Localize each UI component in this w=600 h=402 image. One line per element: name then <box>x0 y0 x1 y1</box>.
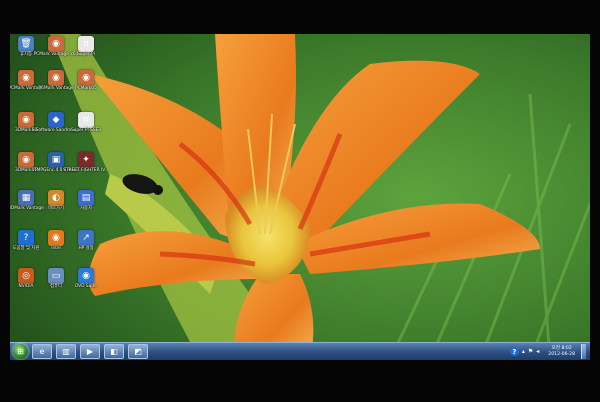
icon-row5-2-icon: ◐ <box>48 190 64 206</box>
3dmark06-icon: ◉ <box>18 152 34 168</box>
desktop-icon-label: 사용자 <box>80 206 92 211</box>
clock[interactable]: 오전 8:02 2012-06-28 <box>548 346 575 356</box>
desktop-icon-super-pi-1[interactable]: π Super PI <box>72 36 100 58</box>
desktop-icon-label: DVD Suite <box>75 284 97 289</box>
desktop-icon-help-support[interactable]: ? 도움말 및 지원 <box>12 230 40 252</box>
desktop-icon-label: HP 설정 <box>78 246 94 251</box>
app-5-button[interactable]: ◩ <box>128 344 148 359</box>
pcmark-vantage-x64-icon: ◉ <box>48 36 64 52</box>
system-tray: ? ▴ ⚑ ◂ 오전 8:02 2012-06-28 <box>509 344 586 359</box>
desktop-icon-hp-icon[interactable]: ↗ HP 설정 <box>72 230 100 252</box>
sisoftware-sandra-icon: ◆ <box>48 112 64 128</box>
icon-row6-2-icon: ◉ <box>48 230 64 246</box>
desktop-icon-label: Intel <box>51 246 61 251</box>
recycle-bin-icon: 🗑 <box>18 36 34 52</box>
desktop-icon-icon-row5-2[interactable]: ◐ 바로가기 <box>42 190 70 212</box>
desktop-icons: 🗑 휴지통 ◉ PCMark Vantage x64 π Super PI ◉ PCMark … <box>10 34 130 340</box>
desktop-icon-label: 컴퓨터 <box>50 284 62 289</box>
pcmark05-icon: ◉ <box>78 70 94 86</box>
desktop-icon-label: Super PI SSE3 <box>70 128 102 133</box>
pcmark-vantage-icon: ◉ <box>18 70 34 86</box>
desktop-icon-label: PCMark Vantage <box>38 86 74 91</box>
pcmark-vantage-2-icon: ◉ <box>48 70 64 86</box>
desktop-icon-label: Super PI <box>77 52 95 57</box>
desktop-icon-label: 도움말 및 지원 <box>12 246 40 251</box>
desktop-icon-pcmark-vantage-x64[interactable]: ◉ PCMark Vantage x64 <box>34 36 78 58</box>
volume-icon[interactable]: ◂ <box>536 348 539 355</box>
super-pi-sse3-icon: π <box>78 112 94 128</box>
desktop-icon-label: STREET FIGHTER IV... <box>63 168 109 173</box>
street-fighter-icon: ✦ <box>78 152 94 168</box>
desktop-icon-icon-row5-3[interactable]: ▤ 사용자 <box>72 190 100 212</box>
desktop-icon-icon-row6-2[interactable]: ◉ Intel <box>42 230 70 252</box>
desktop-screen: 🗑 휴지통 ◉ PCMark Vantage x64 π Super PI ◉ PCMark … <box>10 34 590 360</box>
help-icon[interactable]: ? <box>509 347 519 356</box>
show-desktop-button[interactable] <box>581 344 586 359</box>
explorer-button[interactable]: ▥ <box>56 344 76 359</box>
desktop-icon-computer-icon[interactable]: ▭ 컴퓨터 <box>42 268 70 290</box>
desktop-icon-icon-row5-1[interactable]: ▦ 3DMark Vantage <box>10 190 44 212</box>
help-support-icon: ? <box>18 230 34 246</box>
app-4-button[interactable]: ◧ <box>104 344 124 359</box>
network-icon[interactable]: ▴ <box>522 348 525 355</box>
icon-row7-2-icon: ◎ <box>18 268 34 284</box>
hp-icon-icon: ↗ <box>78 230 94 246</box>
icon-row8-2-icon: ◉ <box>78 268 94 284</box>
desktop-icon-pcmark-vantage[interactable]: ◉ PCMark Vantage <box>10 70 44 92</box>
computer-icon-icon: ▭ <box>48 268 64 284</box>
ie-button[interactable]: e <box>32 344 52 359</box>
desktop-icon-icon-row8-2[interactable]: ◉ DVD Suite <box>72 268 100 290</box>
tmpgenc-icon: ▣ <box>48 152 64 168</box>
desktop-icon-sisoftware-sandra[interactable]: ◆ SiSoftware Sandra Li... <box>32 112 80 134</box>
clock-date: 2012-06-28 <box>548 351 575 357</box>
desktop-icon-icon-row7-2[interactable]: ◎ NVIDIA <box>12 268 40 290</box>
media-player-button[interactable]: ▶ <box>80 344 100 359</box>
desktop-icon-street-fighter[interactable]: ✦ STREET FIGHTER IV... <box>63 152 109 174</box>
start-button[interactable]: ⊞ <box>13 344 28 359</box>
taskbar: ⊞ e ▥ ▶ ◧ ◩ ? ▴ ⚑ ◂ 오전 8:02 2012-06-28 <box>10 342 590 360</box>
desktop-icon-label: NVIDIA <box>18 284 34 289</box>
desktop-icon-label: 바로가기 <box>48 206 64 211</box>
desktop-icon-pcmark05[interactable]: ◉ PCMark05 <box>72 70 100 92</box>
desktop-icon-super-pi-sse3[interactable]: π Super PI SSE3 <box>70 112 102 134</box>
desktop-icon-label: 휴지통 <box>20 52 32 57</box>
flag-icon[interactable]: ⚑ <box>528 348 533 355</box>
icon-row5-1-icon: ▦ <box>18 190 34 206</box>
desktop-icon-pcmark-vantage-2[interactable]: ◉ PCMark Vantage <box>38 70 74 92</box>
desktop-icon-label: PCMark05 <box>75 86 97 91</box>
desktop-icon-label: 3DMark Vantage <box>10 206 44 211</box>
super-pi-1-icon: π <box>78 36 94 52</box>
icon-row5-3-icon: ▤ <box>78 190 94 206</box>
3dmark05-icon: ◉ <box>18 112 34 128</box>
